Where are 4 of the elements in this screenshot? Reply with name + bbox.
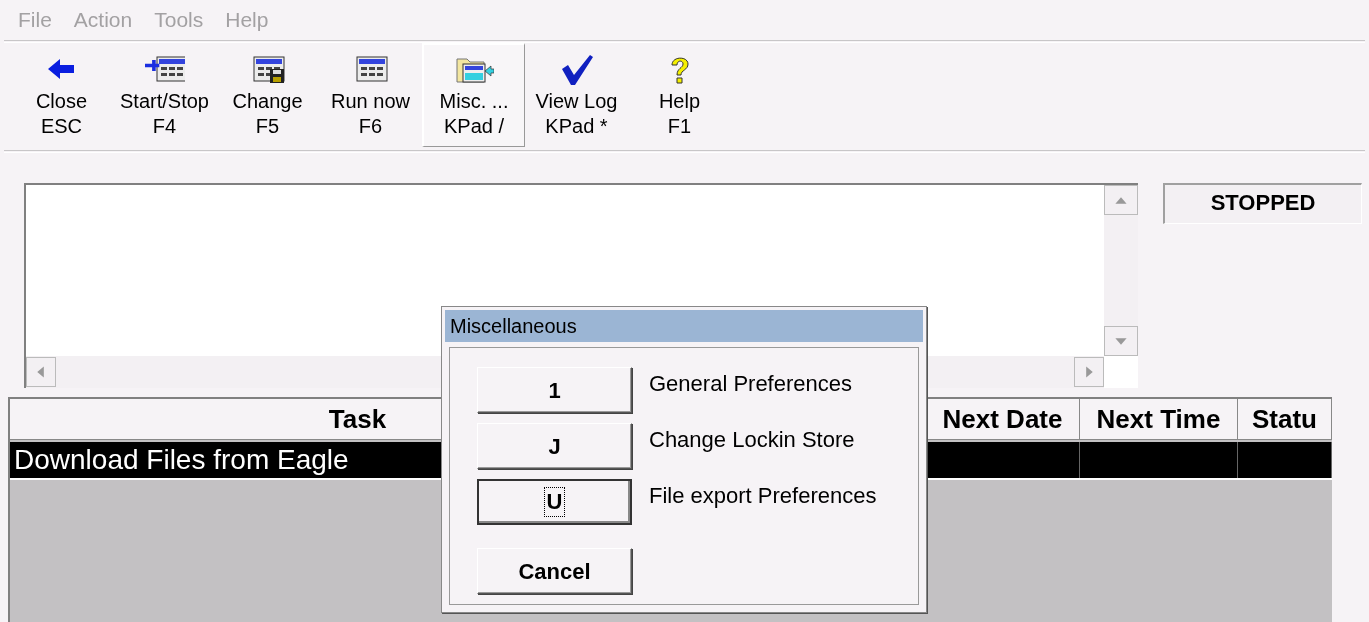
option-label: General Preferences bbox=[649, 370, 853, 398]
option-label: File export Preferences bbox=[649, 482, 878, 510]
status-label: STOPPED bbox=[1163, 183, 1362, 224]
dialog-title: Miscellaneous bbox=[445, 310, 923, 342]
